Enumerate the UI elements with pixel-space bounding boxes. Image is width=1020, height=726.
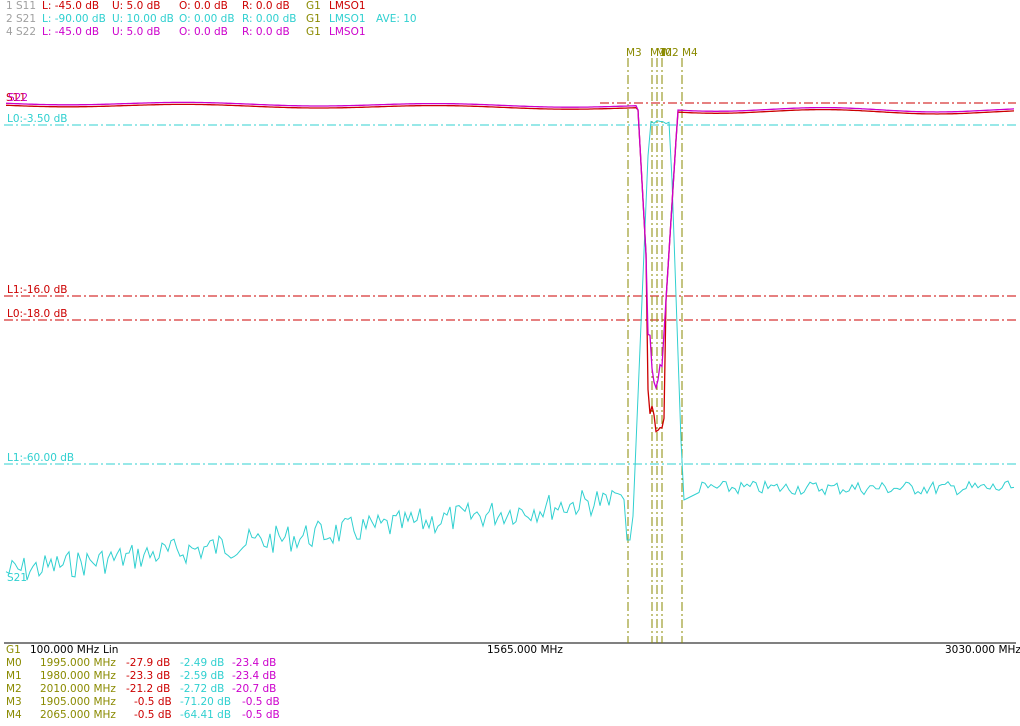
axis-start-freq[interactable]: 100.000 MHz (30, 644, 99, 657)
marker-freq: 1995.000 MHz (40, 657, 116, 669)
limit-label-s21-lower: L1:-60.00 dB (7, 452, 74, 464)
marker-label-m4: M4 (682, 47, 698, 59)
marker-label-m3: M3 (626, 47, 642, 59)
trace-s21 (5, 120, 1015, 581)
axis-group: G1 (6, 644, 21, 657)
marker-lines (627, 58, 683, 643)
marker-s21: -2.72 dB (180, 683, 225, 695)
marker-name: M4 (6, 709, 22, 721)
axis-stop-freq[interactable]: 3030.000 MHz (945, 644, 1020, 657)
limit-label-s11-l0: L0:-18.0 dB (7, 308, 67, 320)
marker-s22: -23.4 dB (232, 657, 277, 669)
marker-s21: -71.20 dB (180, 696, 232, 708)
axis-scale-type[interactable]: Lin (103, 644, 118, 657)
marker-name: M0 (6, 657, 22, 669)
axis-center-freq[interactable]: 1565.000 MHz (487, 644, 563, 657)
marker-s21: -64.41 dB (180, 709, 232, 721)
marker-s11: -27.9 dB (126, 657, 171, 669)
marker-freq: 1980.000 MHz (40, 670, 116, 682)
limit-label-s11-l1: L1:-16.0 dB (7, 284, 67, 296)
marker-freq: 1905.000 MHz (40, 696, 116, 708)
marker-s11: -0.5 dB (134, 709, 172, 721)
marker-s11: -0.5 dB (134, 696, 172, 708)
marker-s21: -2.59 dB (180, 670, 225, 682)
marker-s22: -20.7 dB (232, 683, 277, 695)
marker-s21: -2.49 dB (180, 657, 225, 669)
marker-s11: -21.2 dB (126, 683, 171, 695)
trace-label-s22: S22 (8, 92, 28, 104)
trace-label-s21: S21 (7, 572, 27, 584)
measurement-plot[interactable]: L0:-3.50 dB L1:-16.0 dB L0:-18.0 dB L1:-… (0, 0, 1020, 726)
marker-s22: -23.4 dB (232, 670, 277, 682)
trace-s22 (6, 101, 1015, 391)
marker-name: M3 (6, 696, 22, 708)
marker-name: M2 (6, 683, 22, 695)
limit-label-s21-upper: L0:-3.50 dB (7, 113, 67, 125)
marker-name: M1 (6, 670, 22, 682)
marker-s22: -0.5 dB (242, 709, 280, 721)
marker-freq: 2010.000 MHz (40, 683, 116, 695)
marker-s22: -0.5 dB (242, 696, 280, 708)
trace-s11 (6, 103, 1015, 433)
marker-s11: -23.3 dB (126, 670, 171, 682)
axis-group-label: G1 (6, 644, 21, 656)
marker-label-m2: M2 (663, 47, 679, 59)
marker-freq: 2065.000 MHz (40, 709, 116, 721)
